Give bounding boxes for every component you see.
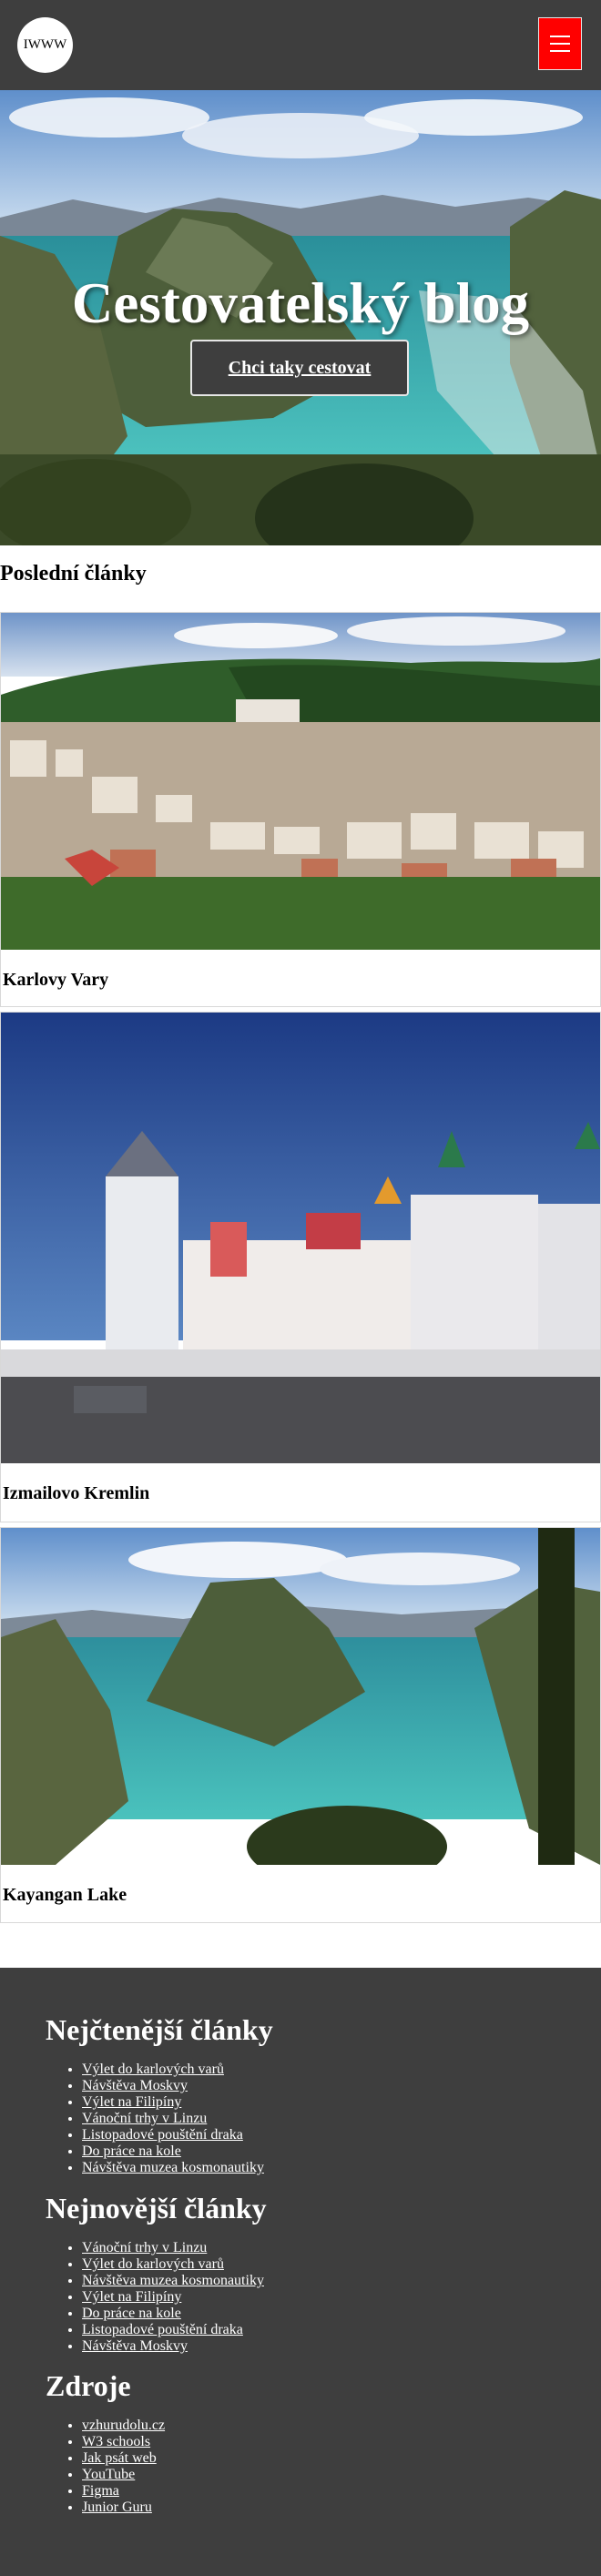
latest-articles-title: Poslední články: [0, 562, 147, 585]
most-read-link[interactable]: Vánoční trhy v Linzu: [82, 2111, 207, 2126]
list-item: Výlet na Filipíny: [82, 2094, 264, 2111]
cta-button[interactable]: Chci taky cestovat: [190, 340, 409, 396]
list-item: Vánoční trhy v Linzu: [82, 2240, 264, 2256]
menu-button[interactable]: [538, 17, 582, 70]
list-item: Návštěva muzea kosmonautiky: [82, 2273, 264, 2289]
source-link[interactable]: vzhurudolu.cz: [82, 2418, 165, 2433]
article-caption[interactable]: Kayangan Lake: [1, 1865, 600, 1906]
newest-link[interactable]: Vánoční trhy v Linzu: [82, 2240, 207, 2255]
source-link[interactable]: YouTube: [82, 2467, 135, 2482]
list-item: W3 schools: [82, 2434, 165, 2450]
most-read-link[interactable]: Výlet na Filipíny: [82, 2094, 181, 2110]
list-item: Výlet na Filipíny: [82, 2289, 264, 2306]
list-item: Do práce na kole: [82, 2306, 264, 2322]
newest-link[interactable]: Výlet na Filipíny: [82, 2289, 181, 2305]
site-logo[interactable]: IWWW: [17, 17, 73, 73]
most-read-link[interactable]: Výlet do karlových varů: [82, 2062, 224, 2077]
list-item: Listopadové pouštění draka: [82, 2127, 264, 2143]
newest-title: Nejnovější články: [46, 2192, 267, 2225]
list-item: Junior Guru: [82, 2500, 165, 2516]
list-item: Vánoční trhy v Linzu: [82, 2111, 264, 2127]
source-link[interactable]: Jak psát web: [82, 2450, 157, 2466]
source-link[interactable]: Figma: [82, 2483, 119, 2499]
newest-link[interactable]: Listopadové pouštění draka: [82, 2322, 243, 2337]
list-item: Výlet do karlových varů: [82, 2062, 264, 2078]
site-footer: Nejčtenější články Výlet do karlových va…: [0, 1968, 601, 2576]
list-item: Jak psát web: [82, 2450, 165, 2467]
hero-banner: Cestovatelský blog Chci taky cestovat: [0, 90, 601, 545]
site-header: IWWW: [0, 0, 601, 90]
list-item: Výlet do karlových varů: [82, 2256, 264, 2273]
list-item: Do práce na kole: [82, 2143, 264, 2160]
list-item: YouTube: [82, 2467, 165, 2483]
article-caption[interactable]: Izmailovo Kremlin: [1, 1463, 600, 1504]
most-read-list: Výlet do karlových varů Návštěva Moskvy …: [82, 2062, 264, 2176]
most-read-link[interactable]: Do práce na kole: [82, 2143, 181, 2159]
newest-link[interactable]: Do práce na kole: [82, 2306, 181, 2321]
sources-title: Zdroje: [46, 2369, 131, 2402]
sources-list: vzhurudolu.cz W3 schools Jak psát web Yo…: [82, 2418, 165, 2516]
list-item: Listopadové pouštění draka: [82, 2322, 264, 2338]
most-read-link[interactable]: Listopadové pouštění draka: [82, 2127, 243, 2143]
izmailovo-kremlin-image: [1, 1013, 600, 1463]
most-read-link[interactable]: Návštěva Moskvy: [82, 2078, 188, 2093]
list-item: Návštěva Moskvy: [82, 2078, 264, 2094]
logo-text: IWWW: [23, 37, 67, 52]
list-item: vzhurudolu.cz: [82, 2418, 165, 2434]
hamburger-icon: [550, 36, 570, 37]
source-link[interactable]: W3 schools: [82, 2434, 150, 2449]
article-card-izmailovo-kremlin[interactable]: Izmailovo Kremlin: [0, 1012, 601, 1522]
source-link[interactable]: Junior Guru: [82, 2500, 152, 2515]
hamburger-icon-bar: [550, 43, 570, 45]
newest-list: Vánoční trhy v Linzu Výlet do karlových …: [82, 2240, 264, 2355]
kayangan-lake-image: [1, 1528, 600, 1865]
article-card-kayangan-lake[interactable]: Kayangan Lake: [0, 1527, 601, 1923]
newest-link[interactable]: Výlet do karlových varů: [82, 2256, 224, 2272]
list-item: Návštěva Moskvy: [82, 2338, 264, 2355]
list-item: Návštěva muzea kosmonautiky: [82, 2160, 264, 2176]
newest-link[interactable]: Návštěva Moskvy: [82, 2338, 188, 2354]
most-read-title: Nejčtenější články: [46, 2013, 273, 2046]
newest-link[interactable]: Návštěva muzea kosmonautiky: [82, 2273, 264, 2288]
hero-title: Cestovatelský blog: [71, 271, 530, 335]
hamburger-icon-bar: [550, 50, 570, 52]
article-card-karlovy-vary[interactable]: Karlovy Vary: [0, 612, 601, 1007]
karlovy-vary-image: [1, 613, 600, 950]
article-caption[interactable]: Karlovy Vary: [1, 950, 600, 991]
list-item: Figma: [82, 2483, 165, 2500]
most-read-link[interactable]: Návštěva muzea kosmonautiky: [82, 2160, 264, 2175]
